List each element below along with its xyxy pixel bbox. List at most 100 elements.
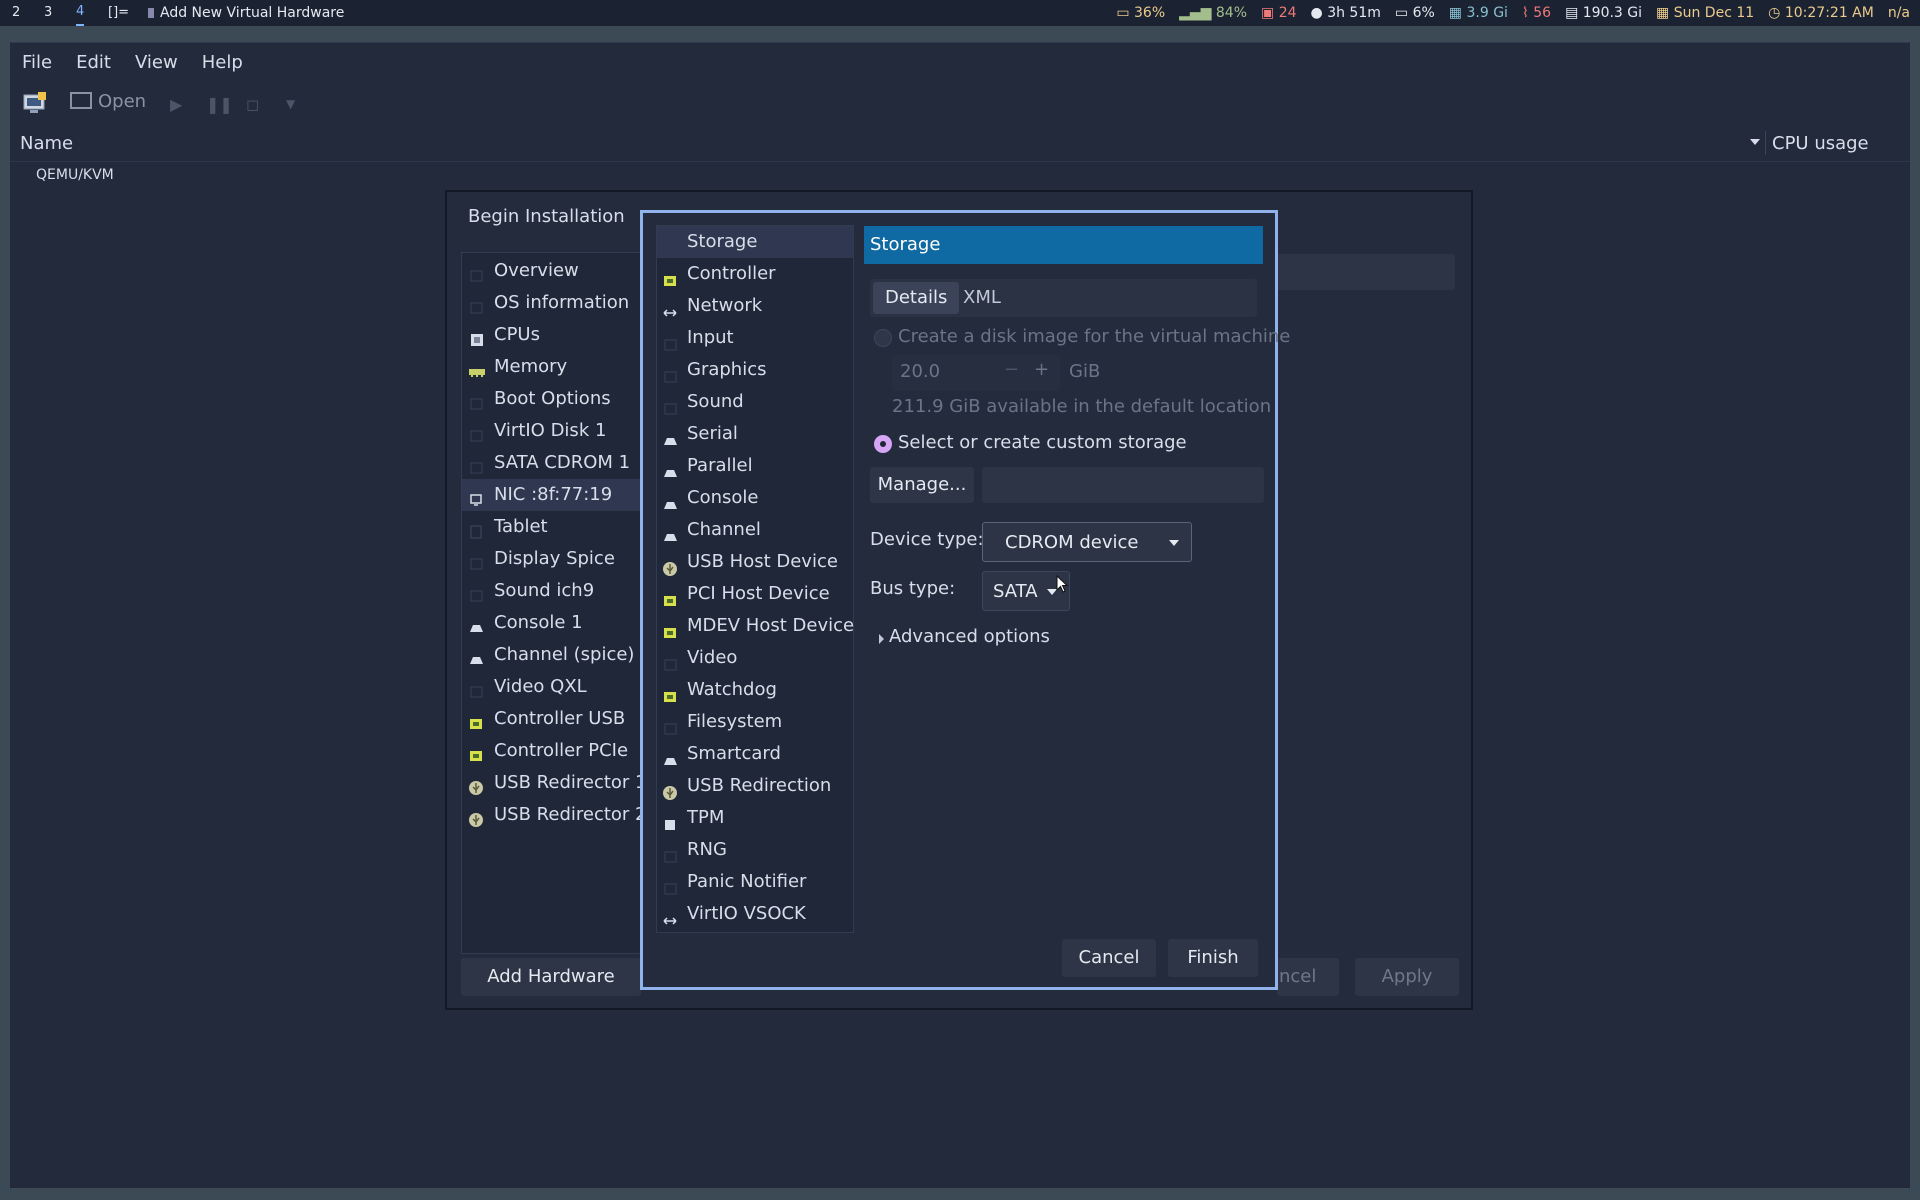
hardware-type-item[interactable]: Input	[657, 322, 853, 354]
hardware-type-item[interactable]: VirtIO VSOCK	[657, 898, 853, 930]
begin-installation-label[interactable]: Begin Installation	[468, 206, 625, 227]
menu-file[interactable]: File	[10, 43, 64, 83]
hardware-type-item[interactable]: Serial	[657, 418, 853, 450]
hardware-type-item[interactable]: Controller	[657, 258, 853, 290]
vm-hardware-item[interactable]: USB Redirector 2	[462, 799, 662, 831]
panic-icon	[662, 876, 677, 895]
vm-hardware-item[interactable]: OS information	[462, 287, 662, 319]
date-status: ▦ Sun Dec 11	[1656, 5, 1755, 21]
graphics-icon	[662, 364, 677, 383]
device-type-combo[interactable]: CDROM device	[982, 522, 1192, 562]
pause-icon[interactable]: ❚❚	[206, 95, 233, 114]
hardware-type-item[interactable]: USB Redirection	[657, 770, 853, 802]
hardware-type-item[interactable]: USB Host Device	[657, 546, 853, 578]
smartcard-icon	[662, 748, 677, 765]
hardware-type-label: RNG	[687, 839, 727, 860]
workspace-4[interactable]: 4	[76, 0, 85, 26]
console-icon	[468, 615, 486, 632]
disk-size-spinner[interactable]: 20.0 − +	[892, 355, 1060, 391]
vm-hardware-item[interactable]: Console 1	[462, 607, 662, 639]
menu-view[interactable]: View	[123, 43, 190, 83]
memory-icon	[468, 359, 486, 377]
temperature-status: ⌇ 56	[1521, 5, 1552, 21]
vm-hardware-item[interactable]: USB Redirector 1	[462, 767, 662, 799]
custom-storage-radio[interactable]	[874, 435, 892, 453]
menu-edit[interactable]: Edit	[64, 43, 123, 83]
create-disk-radio[interactable]	[874, 329, 892, 347]
hardware-type-item[interactable]: Panic Notifier	[657, 866, 853, 898]
apply-button[interactable]: Apply	[1355, 958, 1459, 996]
plus-icon[interactable]: +	[1034, 359, 1049, 380]
column-name[interactable]: Name	[20, 133, 73, 154]
extra-status: n/a	[1887, 5, 1910, 21]
open-button[interactable]: Open	[70, 91, 146, 112]
hardware-type-label: Watchdog	[687, 679, 777, 700]
hardware-type-item[interactable]: TPM	[657, 802, 853, 834]
add-hardware-button[interactable]: Add Hardware	[461, 958, 641, 996]
shutdown-icon[interactable]: ◻	[246, 95, 259, 114]
hardware-type-label: VirtIO VSOCK	[687, 903, 806, 924]
vm-hardware-label: Sound ich9	[494, 580, 595, 601]
vm-hardware-item[interactable]: Controller PCIe	[462, 735, 662, 767]
vm-hardware-item[interactable]: Display Spice	[462, 543, 662, 575]
vm-hardware-item[interactable]: Memory	[462, 351, 662, 383]
vm-hardware-label: Console 1	[494, 612, 583, 633]
vm-hardware-item[interactable]: VirtIO Disk 1	[462, 415, 662, 447]
vm-hardware-item[interactable]: Boot Options	[462, 383, 662, 415]
workspace-2[interactable]: 2	[12, 0, 20, 26]
display-icon	[468, 551, 486, 570]
finish-button[interactable]: Finish	[1168, 939, 1258, 977]
hardware-type-item[interactable]: Smartcard	[657, 738, 853, 770]
os-info-icon	[468, 295, 486, 314]
input-icon	[662, 332, 677, 351]
hardware-type-item[interactable]: MDEV Host Device	[657, 610, 854, 642]
vm-hardware-label: VirtIO Disk 1	[494, 420, 607, 441]
add-hardware-dialog: Storage Controller Network Input Graphics Sou…	[640, 210, 1290, 990]
hardware-type-label: Filesystem	[687, 711, 783, 732]
hardware-type-item[interactable]: Channel	[657, 514, 853, 546]
hardware-type-item[interactable]: Storage	[657, 226, 853, 258]
new-vm-icon[interactable]	[22, 91, 48, 115]
size-unit: GiB	[1069, 361, 1101, 382]
hardware-type-item[interactable]: Console	[657, 482, 853, 514]
run-icon[interactable]: ▶	[170, 95, 182, 114]
hardware-type-item[interactable]: Video	[657, 642, 853, 674]
vm-hardware-item[interactable]: Channel (spice)	[462, 639, 662, 671]
vm-hardware-item[interactable]: Overview	[462, 255, 662, 287]
usb-icon	[468, 775, 486, 795]
menu-help[interactable]: Help	[190, 43, 255, 83]
storage-path-input[interactable]	[982, 467, 1264, 503]
tab-details[interactable]: Details	[873, 282, 960, 314]
vm-hardware-item[interactable]: SATA CDROM 1	[462, 447, 662, 479]
shutdown-menu-icon[interactable]: ▼	[286, 97, 295, 111]
vm-hardware-label: Controller USB	[494, 708, 626, 729]
chevron-down-icon	[1169, 540, 1179, 546]
vm-hardware-item[interactable]: Sound ich9	[462, 575, 662, 607]
vm-hardware-item[interactable]: NIC :8f:77:19	[462, 479, 662, 511]
expander-arrow-icon[interactable]	[879, 634, 884, 644]
minus-icon[interactable]: −	[1004, 359, 1019, 380]
column-menu-icon[interactable]	[1750, 139, 1760, 145]
tab-xml[interactable]: XML	[951, 282, 1013, 314]
vm-hardware-item[interactable]: Controller USB	[462, 703, 662, 735]
layout-indicator[interactable]: []=	[108, 0, 129, 26]
cancel-button[interactable]: Cancel	[1062, 939, 1156, 977]
hardware-type-item[interactable]: PCI Host Device	[657, 578, 853, 610]
vm-hardware-item[interactable]: Tablet	[462, 511, 662, 543]
hardware-type-item[interactable]: Graphics	[657, 354, 853, 386]
hardware-type-item[interactable]: RNG	[657, 834, 853, 866]
toolbar: Open ▶ ❚❚ ◻ ▼	[10, 85, 1910, 125]
manage-button[interactable]: Manage...	[870, 467, 974, 503]
hardware-type-item[interactable]: Parallel	[657, 450, 853, 482]
hardware-type-item[interactable]: Watchdog	[657, 674, 853, 706]
column-cpu-usage[interactable]: CPU usage	[1772, 133, 1869, 154]
hardware-type-item[interactable]: Network	[657, 290, 853, 322]
hardware-type-item[interactable]: Sound	[657, 386, 853, 418]
vm-cancel-button[interactable]: ncel	[1277, 958, 1339, 996]
connection-row[interactable]: QEMU/KVM	[36, 167, 114, 183]
vm-hardware-item[interactable]: CPUs	[462, 319, 662, 351]
workspace-3[interactable]: 3	[44, 0, 52, 26]
advanced-options-expander[interactable]: Advanced options	[889, 626, 1050, 647]
hardware-type-item[interactable]: Filesystem	[657, 706, 853, 738]
vm-hardware-item[interactable]: Video QXL	[462, 671, 662, 703]
